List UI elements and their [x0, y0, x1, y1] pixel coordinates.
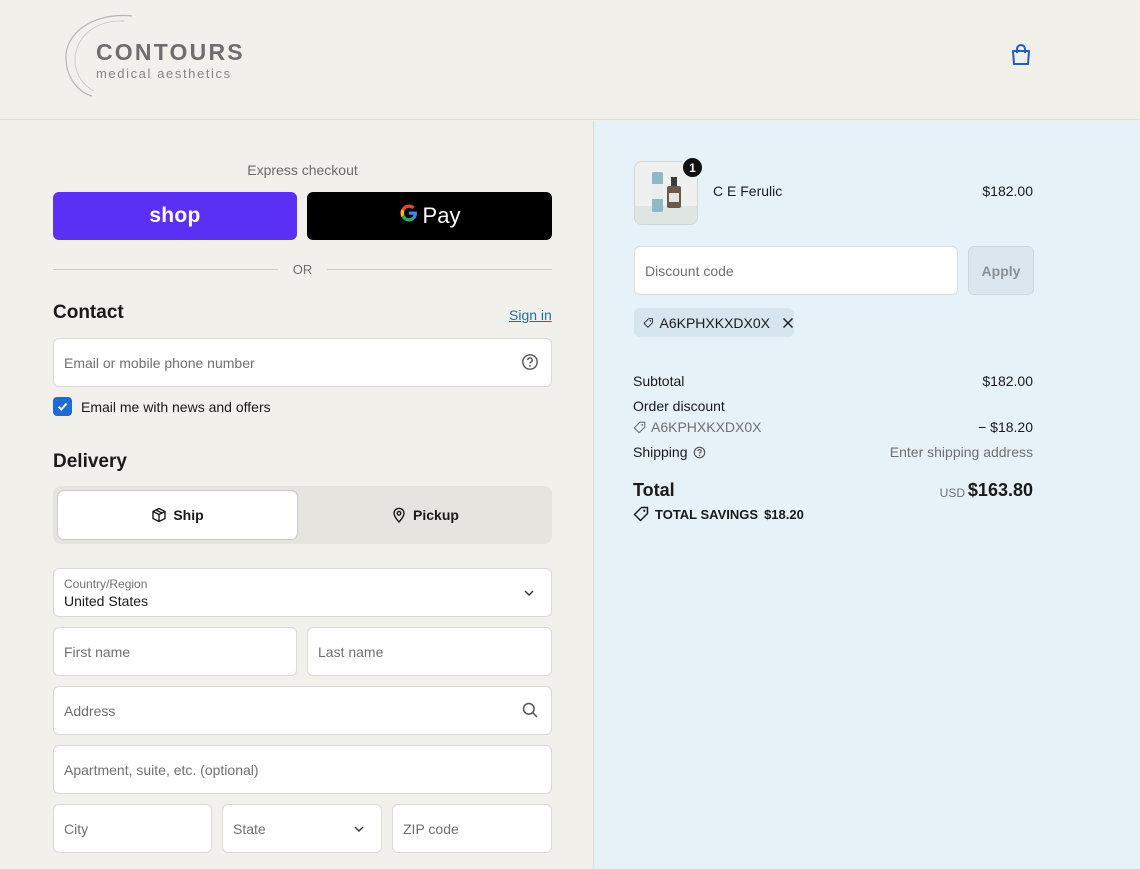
first-name-field[interactable]: First name — [53, 627, 297, 676]
ship-label: Ship — [173, 507, 204, 523]
savings-label: TOTAL SAVINGS — [655, 506, 759, 522]
product-price: $182.00 — [982, 183, 1033, 199]
state-select[interactable]: State — [222, 804, 382, 853]
order-summary-panel: 1 C E Ferulic $182.00 Discount code Appl… — [593, 121, 1140, 869]
tag-icon — [633, 506, 649, 522]
total-value: $163.80 — [967, 480, 1033, 500]
brand-tagline: medical aesthetics — [96, 66, 232, 81]
subtotal-value: $182.00 — [982, 373, 1033, 389]
total-currency: USD — [939, 486, 965, 500]
state-placeholder: State — [233, 821, 266, 837]
applied-discount-chip: A6KPHXKXDX0X — [634, 308, 794, 337]
address-field[interactable]: Address — [53, 686, 552, 735]
last-name-placeholder: Last name — [318, 644, 384, 660]
total-label: Total — [633, 480, 675, 500]
sign-in-link[interactable]: Sign in — [509, 307, 552, 323]
last-name-field[interactable]: Last name — [307, 627, 552, 676]
pickup-option[interactable]: Pickup — [302, 490, 548, 540]
ship-option[interactable]: Ship — [57, 490, 298, 540]
delivery-method-toggle: Ship Pickup — [53, 486, 552, 544]
divider-line-right — [327, 269, 552, 270]
help-circle-icon[interactable] — [693, 446, 706, 459]
discount-placeholder: Discount code — [645, 263, 734, 279]
express-checkout-title: Express checkout — [247, 162, 358, 178]
or-divider: OR — [53, 261, 552, 279]
address-placeholder: Address — [64, 703, 116, 719]
country-select[interactable]: Country/Region United States — [53, 568, 552, 617]
city-placeholder: City — [64, 821, 89, 837]
savings-value: $18.20 — [764, 506, 804, 522]
brand-logo[interactable]: CONTOURS medical aesthetics — [62, 12, 252, 97]
first-name-placeholder: First name — [64, 644, 131, 660]
product-name: C E Ferulic — [713, 183, 783, 199]
discount-value: − $18.20 — [978, 419, 1033, 435]
total-savings: TOTAL SAVINGS $18.20 — [633, 506, 804, 522]
apartment-field[interactable]: Apartment, suite, etc. (optional) — [53, 745, 552, 794]
shopping-bag-icon[interactable] — [1008, 42, 1034, 68]
order-discount-code: A6KPHXKXDX0X — [633, 419, 762, 435]
newsletter-checkbox[interactable] — [53, 397, 72, 416]
google-pay-button[interactable]: Pay — [307, 192, 552, 240]
zip-placeholder: ZIP code — [403, 821, 459, 837]
pickup-label: Pickup — [413, 507, 459, 523]
city-field[interactable]: City — [53, 804, 212, 853]
shipping-row-label: Shipping — [633, 444, 706, 460]
discount-code-text: A6KPHXKXDX0X — [651, 419, 762, 435]
delivery-title: Delivery — [53, 451, 127, 472]
remove-discount-icon[interactable] — [782, 317, 794, 329]
shipping-label: Shipping — [633, 444, 688, 460]
country-label: Country/Region — [64, 577, 148, 591]
box-icon — [152, 507, 167, 523]
brand-name: CONTOURS — [96, 39, 245, 65]
google-pay-label: Pay — [422, 203, 461, 228]
checkout-form-panel: Express checkout shop Pay OR Contact Sig… — [0, 121, 593, 869]
contact-title: Contact — [53, 302, 124, 323]
applied-code: A6KPHXKXDX0X — [659, 314, 771, 331]
email-field[interactable]: Email or mobile phone number — [53, 338, 552, 387]
location-pin-icon — [393, 507, 405, 523]
country-value: United States — [64, 593, 149, 609]
discount-code-input[interactable]: Discount code — [634, 246, 958, 295]
shipping-value: Enter shipping address — [889, 444, 1033, 460]
apartment-placeholder: Apartment, suite, etc. (optional) — [64, 762, 259, 778]
newsletter-label: Email me with news and offers — [81, 399, 271, 415]
email-placeholder: Email or mobile phone number — [64, 355, 255, 371]
tag-icon — [633, 421, 646, 433]
google-g-icon — [399, 203, 419, 229]
chevron-down-icon — [351, 821, 369, 839]
subtotal-label: Subtotal — [633, 373, 685, 389]
check-icon — [57, 402, 68, 411]
search-icon[interactable] — [521, 701, 539, 719]
chevron-down-icon — [521, 585, 539, 603]
help-circle-icon[interactable] — [521, 353, 539, 371]
zip-field[interactable]: ZIP code — [392, 804, 552, 853]
shop-pay-button[interactable]: shop — [53, 192, 297, 240]
order-discount-label: Order discount — [633, 398, 725, 414]
apply-discount-button[interactable]: Apply — [968, 246, 1034, 295]
tag-icon — [643, 317, 653, 328]
quantity-badge: 1 — [681, 156, 704, 179]
header: CONTOURS medical aesthetics — [0, 0, 1140, 120]
